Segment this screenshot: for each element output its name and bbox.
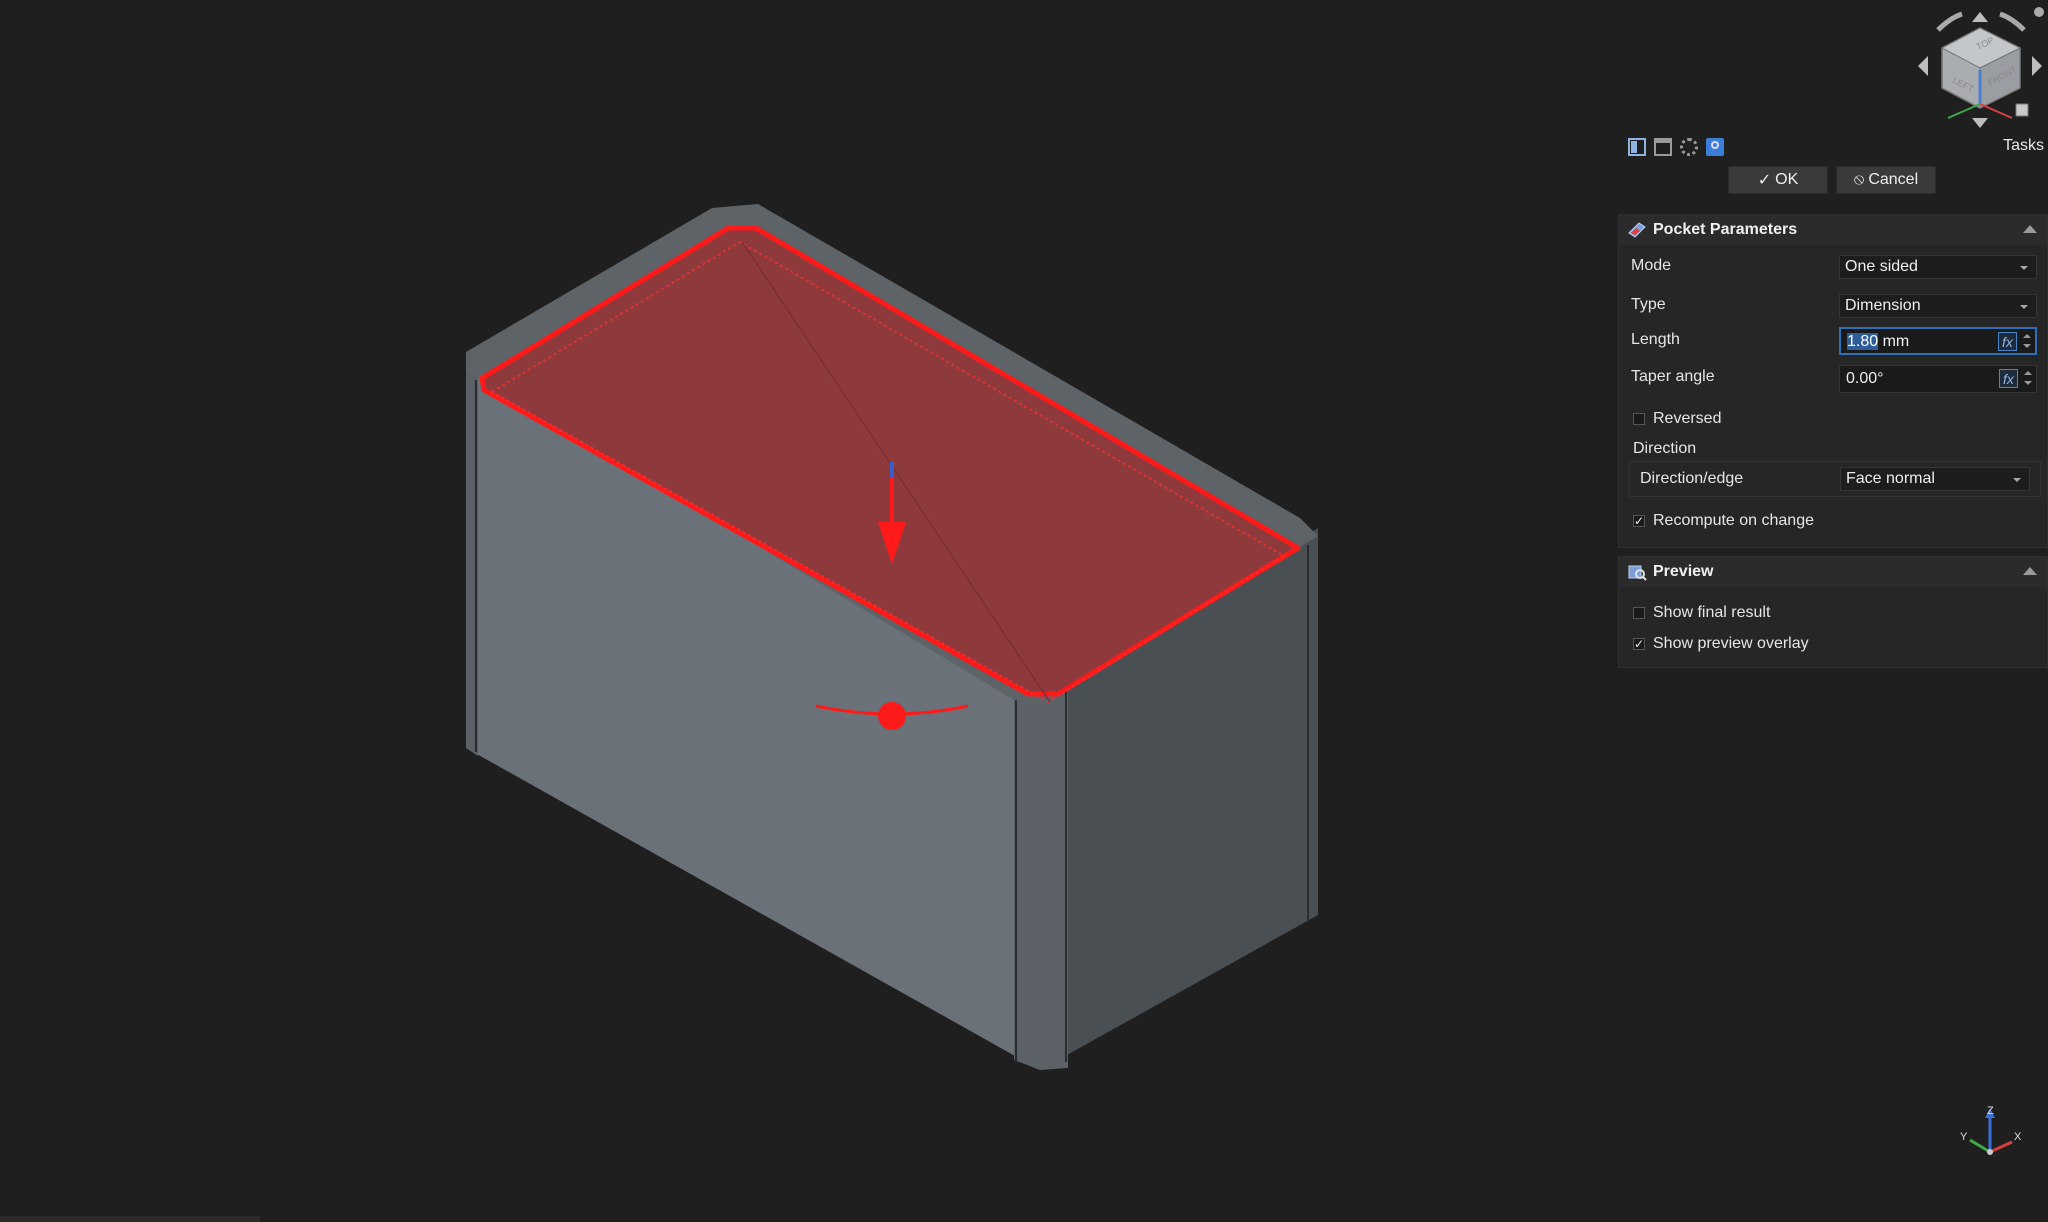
preview-header[interactable]: Preview: [1619, 557, 2047, 587]
type-select[interactable]: Dimension: [1839, 294, 2037, 318]
panel-toolbar: Tasks: [1614, 132, 2048, 162]
length-unit: mm: [1882, 333, 1910, 350]
pocket-parameters-section: Pocket Parameters Mode One sided Type Di…: [1618, 214, 2048, 548]
length-value: 1.80: [1847, 333, 1879, 350]
pocket-parameters-title: Pocket Parameters: [1653, 221, 1798, 238]
show-final-result-checkbox[interactable]: [1633, 607, 1645, 619]
collapse-icon[interactable]: [2023, 567, 2037, 575]
length-label: Length: [1631, 331, 1680, 348]
pocket-parameters-header[interactable]: Pocket Parameters: [1619, 215, 2047, 245]
tasks-label[interactable]: Tasks: [2003, 137, 2044, 155]
task-panel: Tasks ✓ OK ⦸ Cancel Pocket Parameters Mode…: [1614, 132, 2048, 692]
check-icon: ✓: [1757, 172, 1772, 189]
length-drag-handle[interactable]: [878, 702, 906, 730]
taper-stepper[interactable]: [2024, 369, 2032, 389]
cancel-button[interactable]: ⦸ Cancel: [1836, 166, 1936, 194]
taper-angle-label: Taper angle: [1631, 368, 1715, 385]
taper-angle-input[interactable]: 0.00° fx: [1839, 365, 2037, 393]
direction-edge-select[interactable]: Face normal: [1840, 467, 2030, 491]
type-label: Type: [1631, 296, 1666, 313]
chevron-down-icon: [2020, 305, 2028, 309]
tasks-tab-icon[interactable]: [1706, 138, 1724, 156]
chevron-down-icon: [2020, 266, 2028, 270]
direction-group-label: Direction: [1633, 440, 1697, 457]
mode-select[interactable]: One sided: [1839, 255, 2037, 279]
svg-text:Y: Y: [1960, 1131, 1968, 1143]
axis-cross: Z Y X: [1960, 1105, 2022, 1155]
cancel-icon: ⦸: [1853, 171, 1865, 188]
mode-label: Mode: [1631, 257, 1672, 274]
show-final-result-label: Show final result: [1653, 604, 1771, 621]
recompute-label: Recompute on change: [1653, 512, 1814, 529]
settings-icon[interactable]: [1680, 138, 1698, 156]
preview-title: Preview: [1653, 563, 1714, 580]
svg-text:X: X: [2014, 1131, 2022, 1143]
length-input[interactable]: 1.80 mm fx: [1839, 327, 2037, 355]
length-stepper[interactable]: [2023, 332, 2031, 352]
show-preview-overlay-label: Show preview overlay: [1653, 635, 1809, 652]
navigation-cube[interactable]: TOP LEFT FRONT: [1918, 7, 2044, 128]
ok-button[interactable]: ✓ OK: [1728, 166, 1828, 194]
reversed-checkbox[interactable]: [1633, 413, 1645, 425]
reversed-label: Reversed: [1653, 410, 1722, 427]
expression-icon[interactable]: fx: [1999, 369, 2018, 388]
preview-section: Preview Show final result ✓ Show preview…: [1618, 556, 2048, 668]
direction-edge-label: Direction/edge: [1640, 470, 1744, 487]
pocket-icon: [1628, 222, 1646, 238]
model-tab-icon[interactable]: [1628, 138, 1646, 156]
show-preview-overlay-checkbox[interactable]: ✓: [1633, 638, 1645, 650]
direction-group: Direction/edge Face normal: [1629, 461, 2041, 497]
preview-icon: [1628, 565, 1647, 581]
chevron-down-icon: [2013, 478, 2021, 482]
box-corner-edge: [1014, 690, 1068, 1070]
status-bar-fragment: [0, 1216, 260, 1222]
collapse-icon[interactable]: [2023, 225, 2037, 233]
svg-text:Z: Z: [1987, 1105, 1994, 1117]
expression-icon[interactable]: fx: [1998, 332, 2017, 351]
recompute-checkbox[interactable]: ✓: [1633, 515, 1645, 527]
property-view-icon[interactable]: [1654, 138, 1672, 156]
